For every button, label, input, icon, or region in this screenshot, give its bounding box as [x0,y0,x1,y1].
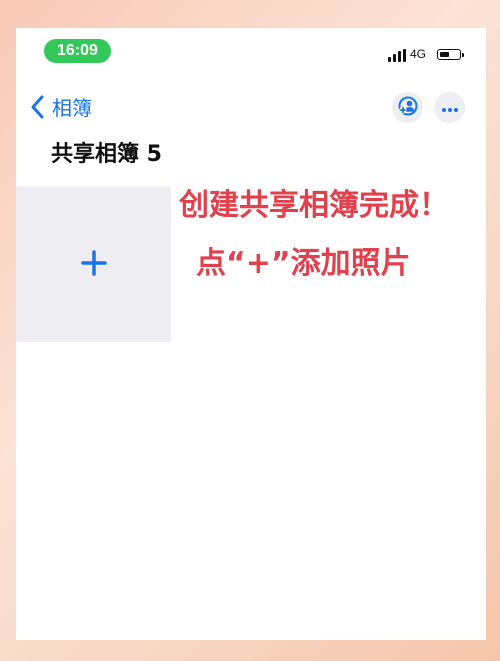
chevron-left-icon [30,95,44,119]
navigation-bar: 相簿 [16,84,486,128]
album-title: 共享相簿 5 [51,142,162,167]
signal-icon [388,49,406,62]
annotation-text-created: 创建共享相簿完成！ [179,188,449,223]
status-time[interactable]: 16:09 [44,39,111,63]
add-photo-button[interactable] [16,187,171,342]
back-label: 相簿 [52,96,92,120]
more-options-button[interactable] [434,92,465,123]
back-button[interactable]: 相簿 [30,92,92,121]
phone-screen: 16:09 4G 相簿 共享相簿 5 创建共享相簿完成！ 点“+”添加照片 [16,28,486,640]
ellipsis-icon [441,98,459,117]
status-bar: 16:09 4G [16,28,486,74]
battery-icon [437,49,464,60]
network-type: 4G [410,47,427,61]
plus-icon [80,249,108,281]
shared-people-icon [397,95,419,121]
shared-people-button[interactable] [392,92,423,123]
annotation-text-add-photo: 点“+”添加照片 [196,246,411,281]
